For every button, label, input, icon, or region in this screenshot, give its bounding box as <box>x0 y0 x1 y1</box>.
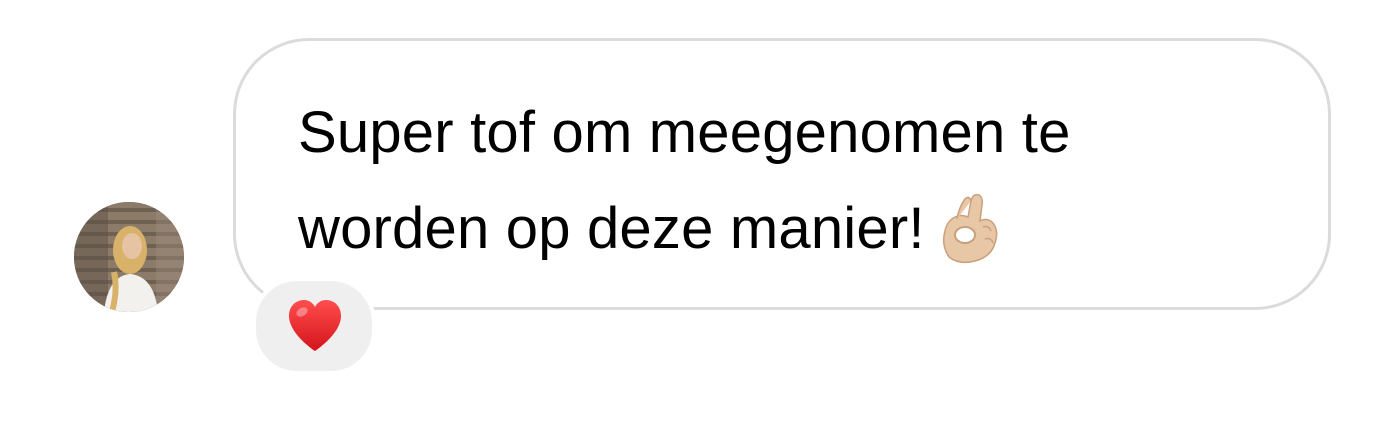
message-text: Super tof om meegenomen te worden op dez… <box>298 85 1298 277</box>
sender-avatar[interactable] <box>74 202 184 312</box>
message-line-2: worden op deze manier! <box>298 181 1298 277</box>
reaction-badge[interactable] <box>252 277 376 375</box>
ok-hand-emoji-icon <box>942 193 997 263</box>
message-line-1: Super tof om meegenomen te <box>298 100 1071 165</box>
red-heart-emoji-icon <box>289 300 341 351</box>
avatar-photo <box>74 202 184 312</box>
message-bubble[interactable]: Super tof om meegenomen te worden op dez… <box>233 38 1331 310</box>
